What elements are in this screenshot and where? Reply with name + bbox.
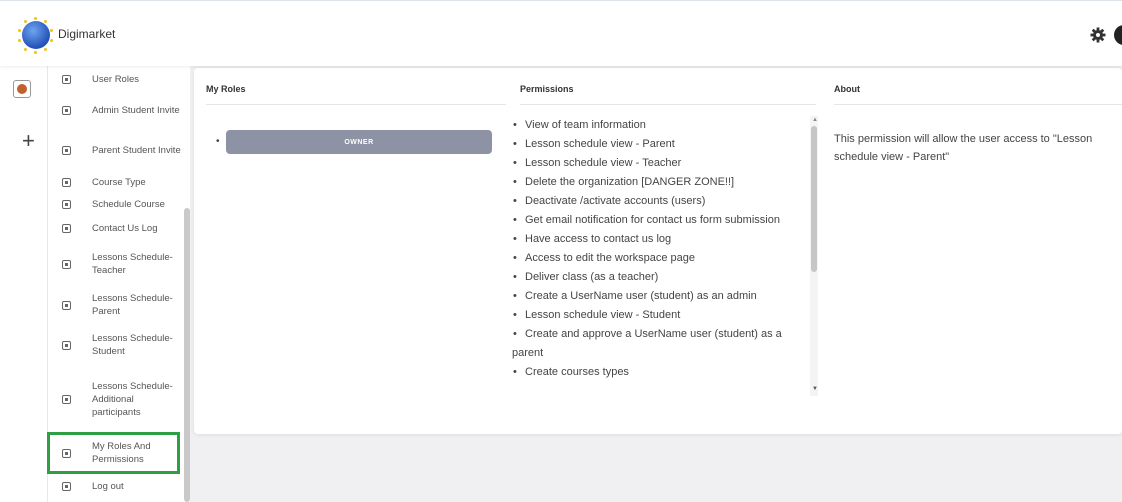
sidebar-item-label: Admin Student Invite: [92, 104, 180, 116]
sidebar-item-label: User Roles: [92, 73, 139, 85]
role-bullet: •: [216, 136, 220, 147]
selection-highlight-box: [47, 432, 180, 474]
permissions-scrollbar[interactable]: ▲ ▼: [810, 116, 818, 396]
menu-item-icon: [62, 74, 71, 84]
sidebar-item-label: Contact Us Log: [92, 222, 158, 234]
permission-item[interactable]: Lesson schedule view - Parent: [512, 135, 808, 154]
sidebar-item-label: Parent Student Invite: [92, 144, 181, 156]
about-heading: About: [834, 84, 860, 94]
permission-item[interactable]: Deactivate /activate accounts (users): [512, 192, 808, 211]
menu-item-icon: [62, 481, 71, 491]
user-avatar[interactable]: [1114, 25, 1122, 45]
sidebar-item-lessons-schedule-student[interactable]: Lessons Schedule-Student: [48, 330, 183, 360]
sidebar-item-label: Log out: [92, 480, 124, 492]
permission-item[interactable]: Delete the organization [DANGER ZONE!!]: [512, 173, 808, 192]
permissions-list: View of team information Lesson schedule…: [512, 116, 808, 382]
app-rail: +: [0, 66, 48, 502]
sidebar-item-label: Course Type: [92, 176, 146, 188]
menu-item-icon: [62, 340, 71, 350]
sidebar-item-label: Lessons Schedule-Student: [92, 333, 173, 357]
sidebar-item-course-type[interactable]: Course Type: [48, 175, 183, 189]
scroll-up-icon[interactable]: ▲: [812, 117, 818, 123]
digimarket-logo-icon[interactable]: [18, 17, 54, 54]
divider: [520, 104, 816, 105]
my-roles-heading: My Roles: [206, 84, 246, 94]
sidebar-item-label: Lessons Schedule-Parent: [92, 293, 173, 317]
permission-item[interactable]: Get email notification for contact us fo…: [512, 211, 808, 230]
permission-item[interactable]: Have access to contact us log: [512, 230, 808, 249]
role-owner-button[interactable]: OWNER: [226, 130, 492, 154]
menu-item-icon: [62, 199, 71, 209]
sidebar-item-label: Schedule Course: [92, 198, 165, 210]
permission-item[interactable]: Lesson schedule view - Teacher: [512, 154, 808, 173]
sidebar-item-user-roles[interactable]: User Roles: [48, 72, 183, 86]
menu-item-icon: [62, 105, 71, 115]
permission-item[interactable]: Access to edit the workspace page: [512, 249, 808, 268]
add-workspace-icon[interactable]: +: [22, 130, 35, 152]
brand-name: Digimarket: [58, 27, 116, 41]
divider: [206, 104, 506, 105]
sidebar-item-lessons-schedule-parent[interactable]: Lessons Schedule-Parent: [48, 290, 183, 320]
sidebar-scrollbar[interactable]: [184, 208, 190, 502]
menu-item-icon: [62, 394, 71, 404]
divider: [834, 104, 1122, 105]
sidebar-item-lessons-schedule-additional[interactable]: Lessons Schedule-Additional participants: [48, 369, 183, 429]
permissions-list-container[interactable]: View of team information Lesson schedule…: [512, 116, 808, 398]
menu-item-icon: [62, 259, 71, 269]
sidebar-item-lessons-schedule-teacher[interactable]: Lessons Schedule-Teacher: [48, 249, 183, 279]
sidebar-item-admin-student-invite[interactable]: Admin Student Invite: [48, 95, 183, 125]
permission-item[interactable]: Lesson schedule view - Student: [512, 306, 808, 325]
top-bar: Digimarket: [0, 0, 1122, 66]
menu-item-icon: [62, 300, 71, 310]
about-description: This permission will allow the user acce…: [834, 133, 1093, 163]
scroll-thumb[interactable]: [811, 126, 817, 272]
permission-item[interactable]: View of team information: [512, 116, 808, 135]
sidebar-item-label: Lessons Schedule-Teacher: [92, 252, 173, 276]
sidebar-item-schedule-course[interactable]: Schedule Course: [48, 197, 183, 211]
menu-item-icon: [62, 223, 71, 233]
sidebar-item-parent-student-invite[interactable]: Parent Student Invite: [48, 135, 183, 165]
permission-item[interactable]: Create a UserName user (student) as an a…: [512, 287, 808, 306]
workspace-app-icon[interactable]: [13, 80, 31, 98]
permission-item[interactable]: Create and approve a UserName user (stud…: [512, 325, 808, 363]
permission-item[interactable]: Create courses types: [512, 363, 808, 382]
sidebar-item-log-out[interactable]: Log out: [48, 479, 183, 493]
gear-icon[interactable]: [1090, 27, 1106, 43]
scroll-down-icon[interactable]: ▼: [812, 386, 818, 392]
menu-item-icon: [62, 145, 71, 155]
permission-item[interactable]: Deliver class (as a teacher): [512, 268, 808, 287]
menu-item-icon: [62, 177, 71, 187]
permissions-heading: Permissions: [520, 84, 574, 94]
sidebar-item-contact-us-log[interactable]: Contact Us Log: [48, 221, 183, 235]
sidebar-item-label: Lessons Schedule-Additional participants: [92, 380, 173, 418]
